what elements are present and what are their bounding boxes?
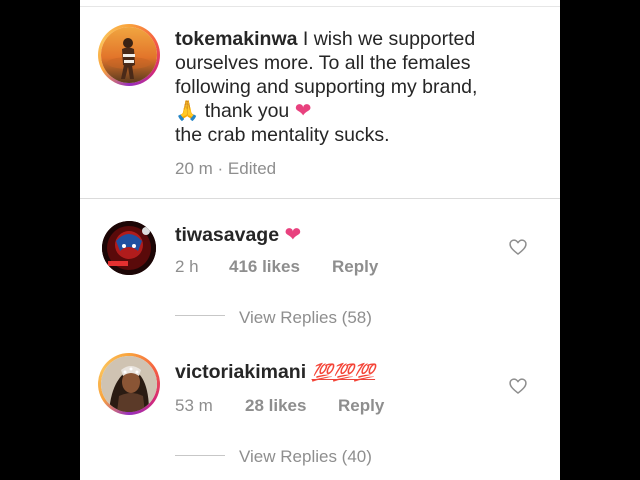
main-comment-text: tokemakinwa I wish we supported ourselve… bbox=[175, 27, 520, 147]
reply-1-likes-label: 416 likes bbox=[229, 257, 300, 276]
reply-1-likes[interactable]: 416 likes bbox=[229, 257, 300, 277]
reply-2-reply-button[interactable]: Reply bbox=[338, 396, 384, 416]
avatar-tokemakinwa[interactable] bbox=[98, 24, 160, 86]
edited-label: Edited bbox=[227, 159, 277, 178]
reply-1-time: 2 h bbox=[175, 257, 199, 276]
top-divider bbox=[80, 6, 560, 7]
comment-time: 20 m bbox=[175, 159, 213, 178]
view-replies-line bbox=[175, 455, 225, 456]
section-divider bbox=[80, 198, 560, 199]
view-replies-1-button[interactable]: View Replies (58) bbox=[239, 308, 372, 328]
comments-panel: tokemakinwa I wish we supported ourselve… bbox=[80, 0, 560, 480]
view-replies-2-button[interactable]: View Replies (40) bbox=[239, 447, 372, 467]
heart-outline-icon[interactable] bbox=[508, 237, 528, 257]
avatar-victoriakimani[interactable] bbox=[98, 353, 160, 415]
reply-2-time: 53 m bbox=[175, 396, 213, 415]
reply-2-meta: 53 m bbox=[175, 396, 213, 416]
hundred-emoji-icon: 💯💯💯 bbox=[311, 363, 376, 382]
main-comment-meta: 20 m · Edited bbox=[175, 159, 276, 179]
heart-emoji-icon: ❤ bbox=[284, 224, 302, 246]
avatar-image bbox=[101, 27, 157, 83]
comment-line-4: thank you bbox=[199, 100, 295, 122]
view-replies-line bbox=[175, 315, 225, 316]
reply-2-likes-label: 28 likes bbox=[245, 396, 307, 415]
heart-emoji-icon: ❤ bbox=[294, 100, 312, 122]
reply-2-username[interactable]: victoriakimani bbox=[175, 361, 306, 383]
comment-username[interactable]: tokemakinwa bbox=[175, 28, 297, 50]
reply-2-likes[interactable]: 28 likes bbox=[245, 396, 306, 416]
meta-separator: · bbox=[212, 159, 228, 178]
reply-1-header: tiwasavage ❤ bbox=[175, 222, 301, 247]
reply-1-meta: 2 h bbox=[175, 257, 199, 277]
reply-1-reply-label: Reply bbox=[332, 257, 379, 276]
reply-1-reply-button[interactable]: Reply bbox=[332, 257, 378, 277]
reply-1-username[interactable]: tiwasavage bbox=[175, 224, 279, 246]
reply-2-header: victoriakimani 💯💯💯 bbox=[175, 361, 375, 384]
avatar-tiwasavage[interactable] bbox=[102, 221, 156, 275]
avatar-image bbox=[102, 221, 156, 275]
comment-line-2: ourselves more. To all the females bbox=[175, 52, 471, 74]
avatar-image bbox=[101, 356, 157, 412]
comment-line-1: I wish we supported bbox=[297, 28, 476, 50]
pray-emoji-icon: 🙏 bbox=[175, 100, 200, 122]
comment-line-5: the crab mentality sucks. bbox=[175, 124, 390, 146]
reply-2-reply-label: Reply bbox=[338, 396, 385, 415]
comment-line-3: following and supporting my brand, bbox=[175, 76, 478, 98]
heart-outline-icon[interactable] bbox=[508, 376, 528, 396]
